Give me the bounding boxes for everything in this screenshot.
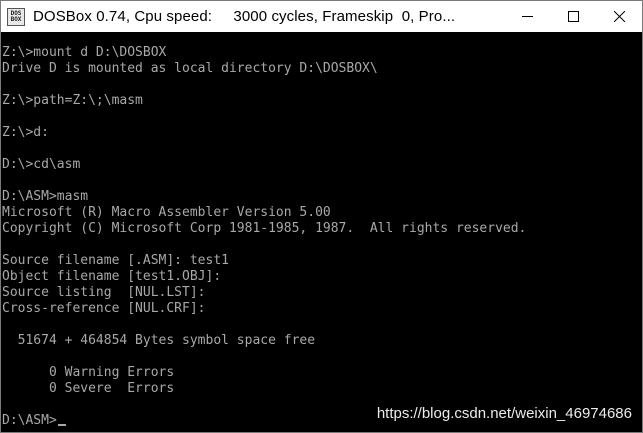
dosbox-app-icon[interactable]: DOS BOX	[7, 7, 25, 26]
console-line: 51674 + 464854 Bytes symbol space free	[2, 333, 642, 349]
console-line: Microsoft (R) Macro Assembler Version 5.…	[2, 205, 642, 221]
window-title: DOSBox 0.74, Cpu speed: 3000 cycles, Fra…	[33, 8, 456, 25]
console-line-text: Source filename [.ASM]: test1	[2, 253, 229, 268]
console-line: Object filename [test1.OBJ]:	[2, 269, 642, 285]
console-line-text: D:\ASM>	[2, 413, 57, 428]
dos-console[interactable]: Z:\>mount d D:\DOSBOX Drive D is mounted …	[1, 32, 642, 432]
console-line-text: Cross-reference [NUL.CRF]:	[2, 301, 206, 316]
maximize-button[interactable]	[550, 1, 596, 32]
close-button[interactable]	[596, 1, 642, 32]
console-line-text: D:\>cd\asm	[2, 157, 81, 172]
console-line-text: Z:\>mount d D:\DOSBOX	[2, 45, 167, 60]
console-line: 0 Warning Errors	[2, 365, 642, 381]
console-line-text: Microsoft (R) Macro Assembler Version 5.…	[2, 205, 331, 220]
app-icon-line-2: BOX	[10, 15, 22, 23]
close-icon	[613, 11, 625, 22]
console-line: Copyright (C) Microsoft Corp 1981-1985, …	[2, 221, 642, 237]
console-line: Source filename [.ASM]: test1	[2, 253, 642, 269]
console-line-text: Z:\>path=Z:\;\masm	[2, 93, 143, 108]
console-line: Cross-reference [NUL.CRF]:	[2, 301, 642, 317]
console-line: Source listing [NUL.LST]:	[2, 285, 642, 301]
console-line: Z:\>mount d D:\DOSBOX	[2, 45, 642, 61]
console-line-text: Copyright (C) Microsoft Corp 1981-1985, …	[2, 221, 527, 236]
dosbox-window: DOS BOX DOSBox 0.74, Cpu speed: 3000 cyc…	[0, 0, 643, 433]
console-line: D:\ASM>masm	[2, 189, 642, 205]
console-line-text: 51674 + 464854 Bytes symbol space free	[2, 333, 316, 348]
minimize-icon	[521, 16, 533, 17]
maximize-icon	[567, 11, 579, 22]
watermark-text: https://blog.csdn.net/weixin_46974686	[376, 405, 632, 422]
minimize-button[interactable]	[504, 1, 550, 32]
text-cursor	[57, 424, 66, 426]
window-controls	[504, 1, 642, 32]
console-line-text: Object filename [test1.OBJ]:	[2, 269, 222, 284]
console-line-text: Source listing [NUL.LST]:	[2, 285, 206, 300]
console-line-text: D:\ASM>masm	[2, 189, 89, 204]
console-line-text: 0 Warning Errors	[2, 365, 175, 380]
console-line: D:\>cd\asm	[2, 157, 642, 173]
console-line-text: Z:\>d:	[2, 125, 49, 140]
console-line-text: Drive D is mounted as local directory D:…	[2, 61, 378, 76]
console-line: Z:\>path=Z:\;\masm	[2, 93, 642, 109]
title-bar[interactable]: DOS BOX DOSBox 0.74, Cpu speed: 3000 cyc…	[1, 1, 642, 32]
console-line-text: 0 Severe Errors	[2, 381, 175, 396]
console-line: Z:\>d:	[2, 125, 642, 141]
console-line: 0 Severe Errors	[2, 381, 642, 397]
console-line: Drive D is mounted as local directory D:…	[2, 61, 642, 77]
